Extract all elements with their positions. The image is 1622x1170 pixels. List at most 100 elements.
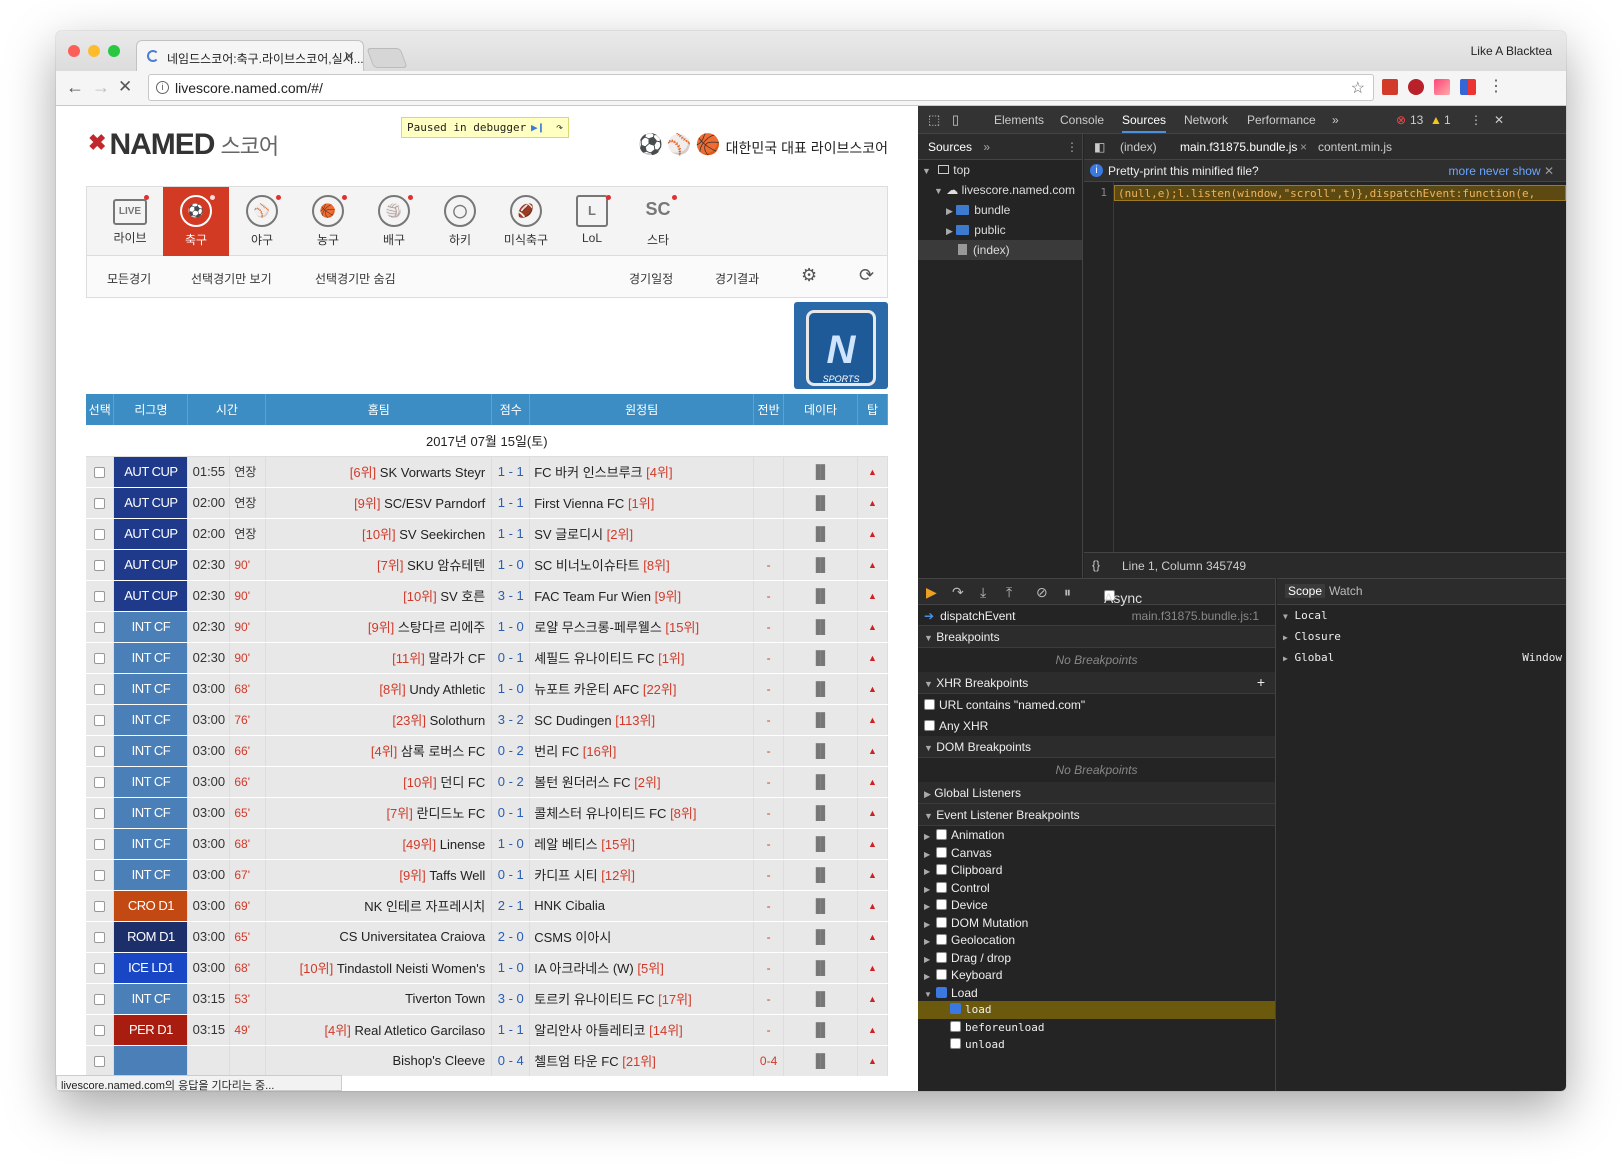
event-category[interactable]: ▶ Control — [918, 879, 1275, 897]
event-checkbox[interactable] — [950, 1038, 961, 1049]
home-team[interactable]: [23위] Solothurn — [265, 704, 493, 736]
pin-top-icon[interactable]: ▲ — [857, 952, 889, 984]
away-team[interactable]: FC 바커 인스브루크 [4위] — [529, 456, 755, 488]
match-row[interactable]: AUT CUP 01:55 연장 [6위] SK Vorwarts Steyr 1 - … — [86, 456, 889, 488]
step-over-icon[interactable]: ↷ — [952, 584, 964, 601]
pin-top-icon[interactable]: ▲ — [857, 580, 889, 612]
match-row[interactable]: AUT CUP 02:00 연장 [10위] SV Seekirchen 1 - 1 SV… — [86, 518, 889, 550]
any-xhr-breakpoint[interactable]: Any XHR — [918, 715, 1275, 736]
stats-chart-icon[interactable]: ▐▌ — [783, 456, 858, 488]
checkbox[interactable] — [924, 699, 935, 710]
close-editor-tab-icon[interactable]: × — [1300, 140, 1307, 154]
stats-chart-icon[interactable]: ▐▌ — [783, 921, 858, 953]
sport-tab-basketball[interactable]: 🏀 농구 — [295, 187, 361, 256]
event-unload[interactable]: unload — [918, 1036, 1275, 1054]
close-window-button[interactable] — [68, 45, 80, 57]
tab-console[interactable]: Console — [1060, 113, 1104, 127]
stats-chart-icon[interactable]: ▐▌ — [783, 859, 858, 891]
away-team[interactable]: 카디프 시티 [12위] — [529, 859, 755, 891]
section-event-listener-breakpoints[interactable]: ▼ Event Listener Breakpoints — [918, 804, 1275, 826]
stats-chart-icon[interactable]: ▐▌ — [783, 735, 858, 767]
home-team[interactable]: [6위] SK Vorwarts Steyr — [265, 456, 493, 488]
event-load[interactable]: load — [918, 1001, 1275, 1019]
extension-icon[interactable] — [1382, 79, 1398, 95]
match-row[interactable]: AUT CUP 02:00 연장 [9위] SC/ESV Parndorf 1 - 1F… — [86, 487, 889, 519]
select-checkbox[interactable] — [94, 559, 106, 571]
home-team[interactable]: [9위] SC/ESV Parndorf — [265, 487, 493, 519]
league-badge[interactable]: INT CF — [113, 983, 189, 1015]
tree-file-index[interactable]: (index) — [918, 240, 1082, 260]
match-row[interactable]: AUT CUP 02:30 90' [10위] SV 호른 3 - 1 FAC Team … — [86, 580, 889, 612]
home-team[interactable]: [9위] 스탕다르 리에주 — [265, 611, 493, 643]
sport-tab-starcraft[interactable]: SC 스타 — [625, 187, 691, 256]
sport-tab-live[interactable]: LIVE 라이브 — [97, 187, 163, 256]
stats-chart-icon[interactable]: ▐▌ — [783, 766, 858, 798]
select-checkbox[interactable] — [94, 993, 106, 1005]
filter-hide-selected[interactable]: 선택경기만 숨김 — [315, 270, 396, 287]
pin-top-icon[interactable]: ▲ — [857, 766, 889, 798]
browser-tab[interactable]: 네임드스코어:축구.라이브스코어,실시... ✕ — [136, 40, 364, 71]
select-checkbox[interactable] — [94, 528, 106, 540]
settings-gear-icon[interactable]: ⚙ — [801, 265, 817, 286]
match-row[interactable]: INT CF 02:30 90' [9위] 스탕다르 리에주 1 - 0 로얄 무스크롱-… — [86, 611, 889, 643]
away-team[interactable]: SV 글로디시 [2위] — [529, 518, 755, 550]
home-team[interactable]: [11위] 말라가 CF — [265, 642, 493, 674]
warning-count[interactable]: 1 — [1444, 113, 1451, 127]
stats-chart-icon[interactable]: ▐▌ — [783, 611, 858, 643]
event-checkbox[interactable] — [950, 1003, 961, 1014]
match-row[interactable]: CRO D1 03:00 69' NK 인테르 자프레시치 2 - 1 HNK Ciba… — [86, 890, 889, 922]
deactivate-breakpoints-icon[interactable]: ⊘ — [1036, 584, 1048, 601]
event-category[interactable]: ▶ Device — [918, 896, 1275, 914]
home-team[interactable]: [10위] SV 호른 — [265, 580, 493, 612]
step-into-icon[interactable]: ⤓ — [980, 584, 986, 601]
stats-chart-icon[interactable]: ▐▌ — [783, 518, 858, 550]
home-team[interactable]: [9위] Taffs Well — [265, 859, 493, 891]
stats-chart-icon[interactable]: ▐▌ — [783, 1014, 858, 1046]
checkbox[interactable] — [924, 720, 935, 731]
stats-chart-icon[interactable]: ▐▌ — [783, 642, 858, 674]
away-team[interactable]: FAC Team Fur Wien [9위] — [529, 580, 755, 612]
match-row[interactable]: PER D1 03:15 49' [4위] Real Atletico Garcila… — [86, 1014, 889, 1046]
sport-tab-soccer[interactable]: ⚽ 축구 — [163, 187, 229, 256]
pin-top-icon[interactable]: ▲ — [857, 642, 889, 674]
category-checkbox[interactable] — [936, 829, 947, 840]
pin-top-icon[interactable]: ▲ — [857, 549, 889, 581]
category-checkbox[interactable] — [936, 881, 947, 893]
device-toolbar-icon[interactable]: ▯ — [952, 112, 959, 128]
home-team[interactable]: Bishop's Cleeve — [265, 1045, 493, 1077]
event-beforeunload[interactable]: beforeunload — [918, 1019, 1275, 1037]
pin-top-icon[interactable]: ▲ — [857, 983, 889, 1015]
select-checkbox[interactable] — [94, 714, 106, 726]
pin-top-icon[interactable]: ▲ — [857, 1014, 889, 1046]
scope-local[interactable]: ▼ Local — [1277, 605, 1566, 626]
address-bar[interactable]: i livescore.named.com/#/ ☆ — [148, 74, 1374, 101]
tab-watch[interactable]: Watch — [1329, 584, 1363, 598]
away-team[interactable]: HNK Cibalia — [529, 890, 755, 922]
inspect-element-icon[interactable]: ⬚ — [928, 112, 940, 128]
call-stack-frame[interactable]: ➔ dispatchEvent main.f31875.bundle.js:1 — [918, 605, 1275, 626]
stop-loading-icon[interactable]: ✕ — [118, 77, 132, 97]
stats-chart-icon[interactable]: ▐▌ — [783, 983, 858, 1015]
away-team[interactable]: 알리안사 아틀레티코 [14위] — [529, 1014, 755, 1046]
match-row[interactable]: INT CF 03:15 53' Tiverton Town 3 - 0 토르키 유나이… — [86, 983, 889, 1015]
home-team[interactable]: [7위] 란디드노 FC — [265, 797, 493, 829]
tab-elements[interactable]: Elements — [994, 113, 1044, 127]
extension-icon[interactable] — [1434, 79, 1450, 95]
league-badge[interactable]: INT CF — [113, 828, 189, 860]
stats-chart-icon[interactable]: ▐▌ — [783, 890, 858, 922]
profile-name[interactable]: Like A Blacktea — [1471, 44, 1552, 58]
league-badge[interactable]: INT CF — [113, 735, 189, 767]
event-checkbox[interactable] — [950, 1020, 961, 1032]
league-badge[interactable]: INT CF — [113, 611, 189, 643]
add-xhr-breakpoint-icon[interactable]: + — [1257, 674, 1265, 690]
schedule-link[interactable]: 경기일정 — [629, 270, 673, 287]
category-checkbox[interactable] — [936, 846, 947, 858]
step-over-icon[interactable]: ↷ — [556, 120, 563, 134]
category-checkbox[interactable] — [936, 951, 947, 963]
resume-icon[interactable]: ▶❙ — [531, 121, 544, 134]
event-category[interactable]: ▶ Drag / drop — [918, 949, 1275, 967]
away-team[interactable]: First Vienna FC [1위] — [529, 487, 755, 519]
event-category[interactable]: ▶ Animation — [918, 826, 1275, 844]
league-badge[interactable]: ROM D1 — [113, 921, 189, 953]
section-dom-breakpoints[interactable]: ▼ DOM Breakpoints — [918, 736, 1275, 758]
